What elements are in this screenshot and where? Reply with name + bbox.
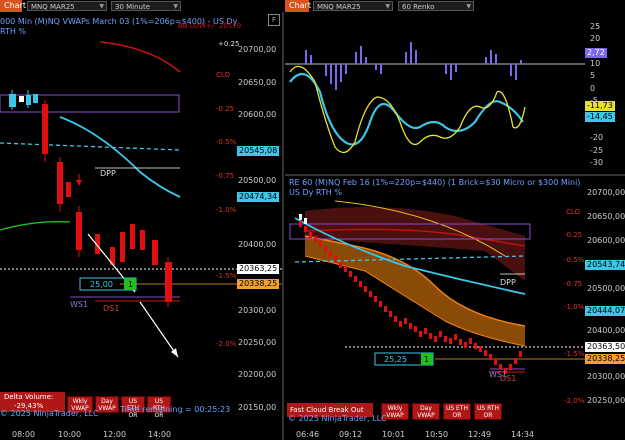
interval-selector-right[interactable]: 60 Renko ▼ bbox=[398, 1, 474, 11]
pct-label: -1.5% bbox=[564, 350, 585, 358]
price-tag-last: 20363,25 bbox=[237, 264, 280, 274]
time-tick: 12:49 bbox=[468, 430, 492, 439]
price-tag-vwap: 20543,74 bbox=[585, 260, 625, 270]
us-eth-or-button[interactable]: US ETH OR bbox=[443, 403, 471, 420]
pct-label: CLO bbox=[566, 208, 581, 216]
price-tag-cyan: 20444,07 bbox=[585, 306, 625, 316]
pct-label: +0.25 bbox=[218, 40, 240, 48]
instrument-selector-left[interactable]: MNQ MAR25 ▼ bbox=[27, 1, 107, 11]
price-tag-last: 20363,50 bbox=[585, 342, 625, 352]
order-count[interactable]: 1 bbox=[424, 355, 429, 364]
tab-chart-left[interactable]: Chart bbox=[0, 0, 26, 12]
bb-low-label: BB LOW+/- 20579 bbox=[178, 22, 242, 30]
interval-label: 60 Renko bbox=[402, 3, 435, 11]
pct-label: -0.75 bbox=[216, 172, 235, 180]
osc-tag-purple: 2,72 bbox=[585, 48, 607, 58]
ws1-label: WS1 bbox=[70, 300, 89, 309]
pct-label: -0.5% bbox=[564, 256, 585, 264]
time-tick: 08:00 bbox=[12, 430, 36, 439]
chevron-down-icon: ▼ bbox=[173, 3, 178, 10]
pct-label: -0.25 bbox=[564, 231, 583, 239]
pct-label: -2.0% bbox=[564, 397, 585, 405]
copyright-left: © 2025 NinjaTrader, LLC bbox=[0, 409, 99, 418]
right-price-chart[interactable] bbox=[285, 176, 585, 426]
dpp-label: DPP bbox=[500, 278, 516, 287]
pct-label: -0.75 bbox=[564, 280, 583, 288]
price-tag-orange: 20338,25 bbox=[585, 354, 625, 364]
chevron-down-icon: ▼ bbox=[385, 3, 390, 10]
left-price-chart[interactable] bbox=[0, 12, 282, 428]
pct-label: -1.0% bbox=[216, 206, 237, 214]
osc-tag-cyan: -14,45 bbox=[585, 112, 615, 122]
instrument-label: MNQ MAR25 bbox=[31, 3, 75, 11]
time-tick: 10:01 bbox=[382, 430, 406, 439]
instrument-selector-right[interactable]: MNQ MAR25 ▼ bbox=[313, 1, 393, 11]
dpp-label: DPP bbox=[100, 169, 116, 178]
pct-label: -0.5% bbox=[216, 138, 237, 146]
order-quantity[interactable]: 25,00 bbox=[90, 280, 113, 289]
pct-label: -1.5% bbox=[216, 272, 237, 280]
time-tick: 06:46 bbox=[296, 430, 320, 439]
panel-divider[interactable] bbox=[282, 12, 284, 440]
order-count[interactable]: 1 bbox=[128, 280, 133, 289]
interval-label: 30 Minute bbox=[115, 3, 151, 11]
time-tick: 10:00 bbox=[58, 430, 82, 439]
tab-chart-right[interactable]: Chart bbox=[285, 0, 311, 12]
left-chart-subtitle: RTH % bbox=[0, 27, 27, 36]
price-tag-vwap: 20545,08 bbox=[237, 146, 280, 156]
chevron-down-icon: ▼ bbox=[466, 3, 471, 10]
delta-volume-title: Delta Volume: bbox=[4, 393, 54, 401]
pct-label: CLO bbox=[216, 71, 231, 79]
copyright-right: © 2025 NinjaTrader, LLC bbox=[288, 414, 387, 423]
time-tick: 10:50 bbox=[425, 430, 449, 439]
ds1-label: DS1 bbox=[103, 304, 120, 313]
pct-label: -1.0% bbox=[564, 303, 585, 311]
order-quantity[interactable]: 25,25 bbox=[384, 355, 407, 364]
us-rth-or-button[interactable]: US RTH OR bbox=[474, 403, 502, 420]
time-tick: 09:12 bbox=[339, 430, 363, 439]
instrument-label: MNQ MAR25 bbox=[317, 3, 361, 11]
chevron-down-icon: ▼ bbox=[99, 3, 104, 10]
price-tag-cyan: 20474,34 bbox=[237, 192, 280, 202]
right-chart-subtitle: US Dy RTH % bbox=[289, 188, 342, 197]
osc-tag-yellow: -11,73 bbox=[585, 101, 615, 111]
interval-selector-left[interactable]: 30 Minute ▼ bbox=[111, 1, 181, 11]
oscillator-panel[interactable] bbox=[285, 12, 585, 172]
time-remaining: Time remaining = 00:25:23 bbox=[120, 405, 231, 414]
time-tick: 14:34 bbox=[511, 430, 535, 439]
time-tick: 14:00 bbox=[148, 430, 172, 439]
pct-label: -0.25 bbox=[216, 105, 235, 113]
pct-label: -2.0% bbox=[216, 340, 237, 348]
day-vwap-button[interactable]: Day VWAP bbox=[412, 403, 440, 420]
time-tick: 12:00 bbox=[103, 430, 127, 439]
ds1-label: DS1 bbox=[500, 374, 517, 383]
price-tag-orange: 20338,25 bbox=[237, 279, 280, 289]
right-chart-title: RE 60 (M)NQ Feb 16 (1%=220p=$440) (1 Bri… bbox=[289, 178, 581, 187]
